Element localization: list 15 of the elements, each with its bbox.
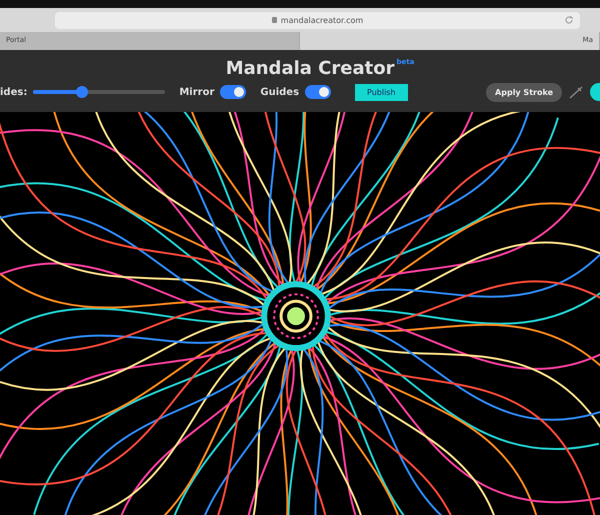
apply-stroke-button[interactable]: Apply Stroke (486, 82, 562, 102)
slider-thumb[interactable] (76, 86, 88, 98)
pen-icon[interactable] (568, 85, 584, 100)
publish-button[interactable]: Publish (355, 84, 408, 101)
toggle-label: Mirror (179, 86, 214, 98)
color-circle-button[interactable] (590, 83, 600, 102)
sides-label: ides: (0, 86, 28, 98)
toggle-switch[interactable] (305, 85, 332, 100)
reload-icon[interactable] (564, 14, 574, 25)
app-title: Mandala Creator (226, 58, 394, 79)
url-text: mandalacreator.com (280, 16, 364, 25)
toggle-switch[interactable] (220, 85, 246, 100)
address-bar[interactable]: mandalacreator.com (55, 12, 580, 29)
lock-icon (272, 17, 277, 24)
toggle-label: Guides (260, 86, 300, 98)
